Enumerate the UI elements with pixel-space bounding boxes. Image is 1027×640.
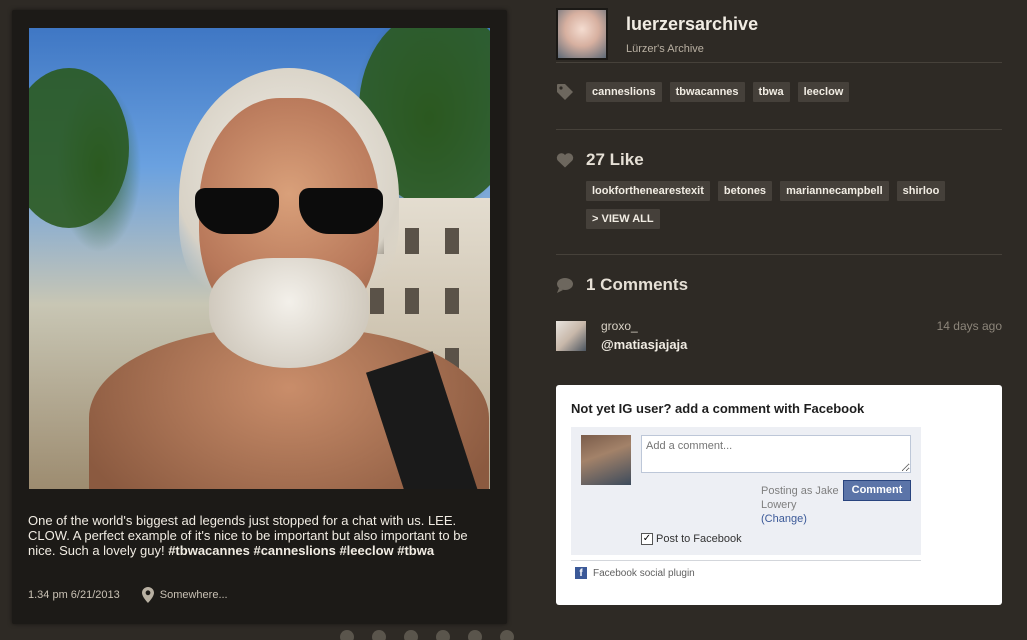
tag-chip[interactable]: tbwacannes xyxy=(669,82,745,102)
post-to-facebook-checkbox[interactable]: ✓ Post to Facebook xyxy=(641,533,742,545)
divider xyxy=(556,254,1002,255)
facebook-comment-form: Posting as Jake Lowery (Change) Comment … xyxy=(571,427,921,555)
comments-header: 1 Comments xyxy=(556,275,688,295)
share-icon[interactable] xyxy=(340,630,354,640)
post-caption: One of the world's biggest ad legends ju… xyxy=(28,513,498,558)
comment-time: 14 days ago xyxy=(936,319,1002,333)
avatar[interactable] xyxy=(556,321,586,351)
tag-icon xyxy=(556,83,586,101)
tag-list: canneslions tbwacannes tbwa leeclow xyxy=(556,82,857,102)
location-pin-icon xyxy=(141,587,154,603)
facebook-comment-box: Not yet IG user? add a comment with Face… xyxy=(556,385,1002,605)
divider xyxy=(571,560,921,561)
post-timestamp: 1.34 pm 6/21/2013 xyxy=(28,589,120,601)
likers-list: lookforthenearestexit betones mariannecamp… xyxy=(586,181,1002,237)
facebook-box-title: Not yet IG user? add a comment with Face… xyxy=(571,401,865,416)
facebook-icon[interactable] xyxy=(372,630,386,640)
pinterest-icon[interactable] xyxy=(436,630,450,640)
post-photo[interactable] xyxy=(29,28,490,489)
posting-as: Posting as Jake Lowery (Change) xyxy=(761,484,841,526)
photo-card: One of the world's biggest ad legends ju… xyxy=(12,10,507,624)
divider xyxy=(556,129,1002,130)
tag-chip[interactable]: leeclow xyxy=(797,82,850,102)
view-all-likes-button[interactable]: > VIEW ALL xyxy=(586,209,660,229)
heart-icon xyxy=(556,152,586,168)
tumblr-icon[interactable] xyxy=(468,630,482,640)
avatar[interactable] xyxy=(556,8,608,60)
post-meta: 1.34 pm 6/21/2013 Somewhere... xyxy=(28,587,228,603)
tag-chip[interactable]: canneslions xyxy=(586,82,662,102)
liker-chip[interactable]: lookforthenearestexit xyxy=(586,181,710,201)
posting-as-label: Posting as Jake Lowery xyxy=(761,485,839,511)
comment-username[interactable]: groxo_ xyxy=(601,319,638,333)
avatar xyxy=(581,435,631,485)
person-beard xyxy=(209,258,369,368)
username[interactable]: luerzersarchive xyxy=(626,14,758,35)
change-link[interactable]: (Change) xyxy=(761,512,841,526)
facebook-plugin-label[interactable]: Facebook social plugin xyxy=(593,568,695,579)
comment-input[interactable] xyxy=(641,435,911,473)
speech-bubble-icon xyxy=(556,277,586,293)
sunglasses xyxy=(189,188,389,236)
twitter-icon[interactable] xyxy=(404,630,418,640)
email-icon[interactable] xyxy=(500,630,514,640)
checkbox-icon[interactable]: ✓ xyxy=(641,533,653,545)
full-name: Lürzer's Archive xyxy=(626,42,704,55)
palm-tree xyxy=(29,68,129,228)
comments-count: 1 Comments xyxy=(586,275,689,294)
profile-header: luerzersarchive Lürzer's Archive xyxy=(556,8,758,60)
liker-chip[interactable]: mariannecampbell xyxy=(780,181,889,201)
likes-header: 27 Like xyxy=(556,150,644,170)
facebook-icon: f xyxy=(575,567,587,579)
tag-chip[interactable]: tbwa xyxy=(752,82,790,102)
caption-hashtags[interactable]: #tbwacannes #canneslions #leeclow #tbwa xyxy=(168,543,434,558)
post-to-facebook-label: Post to Facebook xyxy=(656,533,742,545)
facebook-plugin-footer: f Facebook social plugin xyxy=(575,567,695,579)
divider xyxy=(556,62,1002,63)
post-location[interactable]: Somewhere... xyxy=(160,589,228,601)
share-icons xyxy=(340,630,514,640)
likes-count: 27 Like xyxy=(586,150,644,169)
comment-button[interactable]: Comment xyxy=(843,480,911,501)
liker-chip[interactable]: betones xyxy=(717,181,773,201)
liker-chip[interactable]: shirloo xyxy=(896,181,946,201)
comment-text: @matiasjajaja xyxy=(601,337,688,352)
